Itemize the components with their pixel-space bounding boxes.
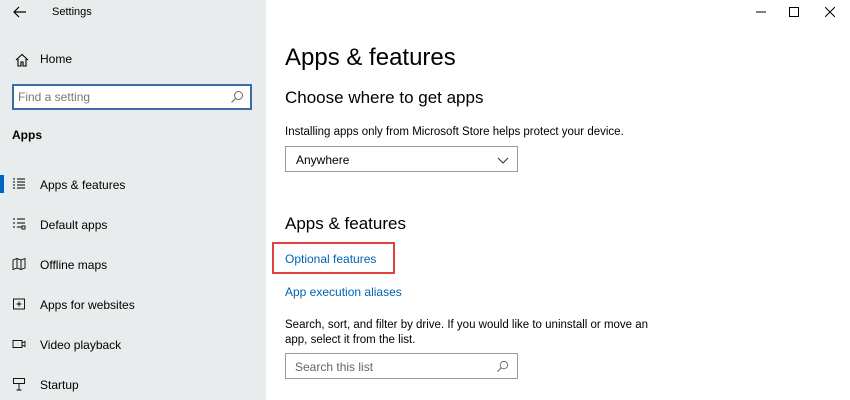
sidebar-item-label: Apps for websites bbox=[40, 298, 135, 312]
sidebar-item-label: Video playback bbox=[40, 338, 122, 352]
sidebar-item-label: Offline maps bbox=[40, 258, 108, 272]
back-button[interactable] bbox=[6, 2, 34, 22]
main-content: Apps & features Choose where to get apps… bbox=[266, 0, 850, 400]
find-setting-input[interactable] bbox=[18, 89, 218, 105]
sidebar-section-title: Apps bbox=[12, 128, 42, 142]
choose-apps-description: Installing apps only from Microsoft Stor… bbox=[285, 126, 624, 138]
sidebar-item-apps-features[interactable]: Apps & features bbox=[0, 166, 266, 202]
search-icon[interactable] bbox=[496, 360, 509, 373]
sidebar-item-label: Startup bbox=[40, 378, 79, 392]
dropdown-value: Anywhere bbox=[296, 153, 350, 167]
apps-features-heading: Apps & features bbox=[285, 214, 406, 233]
sidebar-item-video-playback[interactable]: Video playback bbox=[0, 326, 266, 362]
map-icon bbox=[12, 257, 26, 271]
sidebar-item-startup[interactable]: Startup bbox=[0, 366, 266, 400]
list-icon bbox=[13, 178, 25, 189]
home-icon bbox=[15, 53, 29, 67]
sidebar-item-home[interactable]: Home bbox=[0, 44, 266, 74]
sidebar: Settings Home Apps Apps & features Defau… bbox=[0, 0, 266, 400]
video-icon bbox=[12, 340, 26, 348]
sidebar-item-label: Home bbox=[40, 52, 73, 66]
sidebar-item-label: Default apps bbox=[40, 218, 108, 232]
filter-description-line-1: Search, sort, and filter by drive. If yo… bbox=[285, 319, 649, 331]
window-title: Settings bbox=[52, 6, 92, 18]
search-icon[interactable] bbox=[230, 90, 244, 104]
find-setting-search bbox=[12, 84, 252, 110]
default-apps-icon bbox=[13, 218, 26, 230]
startup-icon bbox=[13, 378, 25, 391]
filter-description-line-2: app, select it from the list. bbox=[285, 334, 416, 346]
arrow-left-icon bbox=[13, 6, 26, 18]
sidebar-item-label: Apps & features bbox=[40, 178, 126, 192]
title-bar: Settings bbox=[0, 0, 266, 24]
sidebar-item-offline-maps[interactable]: Offline maps bbox=[0, 246, 266, 282]
sidebar-item-apps-for-websites[interactable]: Apps for websites bbox=[0, 286, 266, 322]
sidebar-item-default-apps[interactable]: Default apps bbox=[0, 206, 266, 242]
page-title: Apps & features bbox=[285, 44, 456, 71]
chevron-down-icon bbox=[497, 157, 509, 164]
choose-apps-heading: Choose where to get apps bbox=[285, 88, 484, 107]
app-list-search-input[interactable] bbox=[295, 359, 485, 375]
app-source-dropdown[interactable]: Anywhere bbox=[285, 146, 518, 172]
selected-indicator bbox=[0, 175, 4, 193]
highlight-box bbox=[272, 242, 395, 274]
app-list-search bbox=[285, 353, 518, 379]
app-execution-aliases-link[interactable]: App execution aliases bbox=[285, 285, 402, 299]
web-apps-icon bbox=[13, 298, 25, 310]
